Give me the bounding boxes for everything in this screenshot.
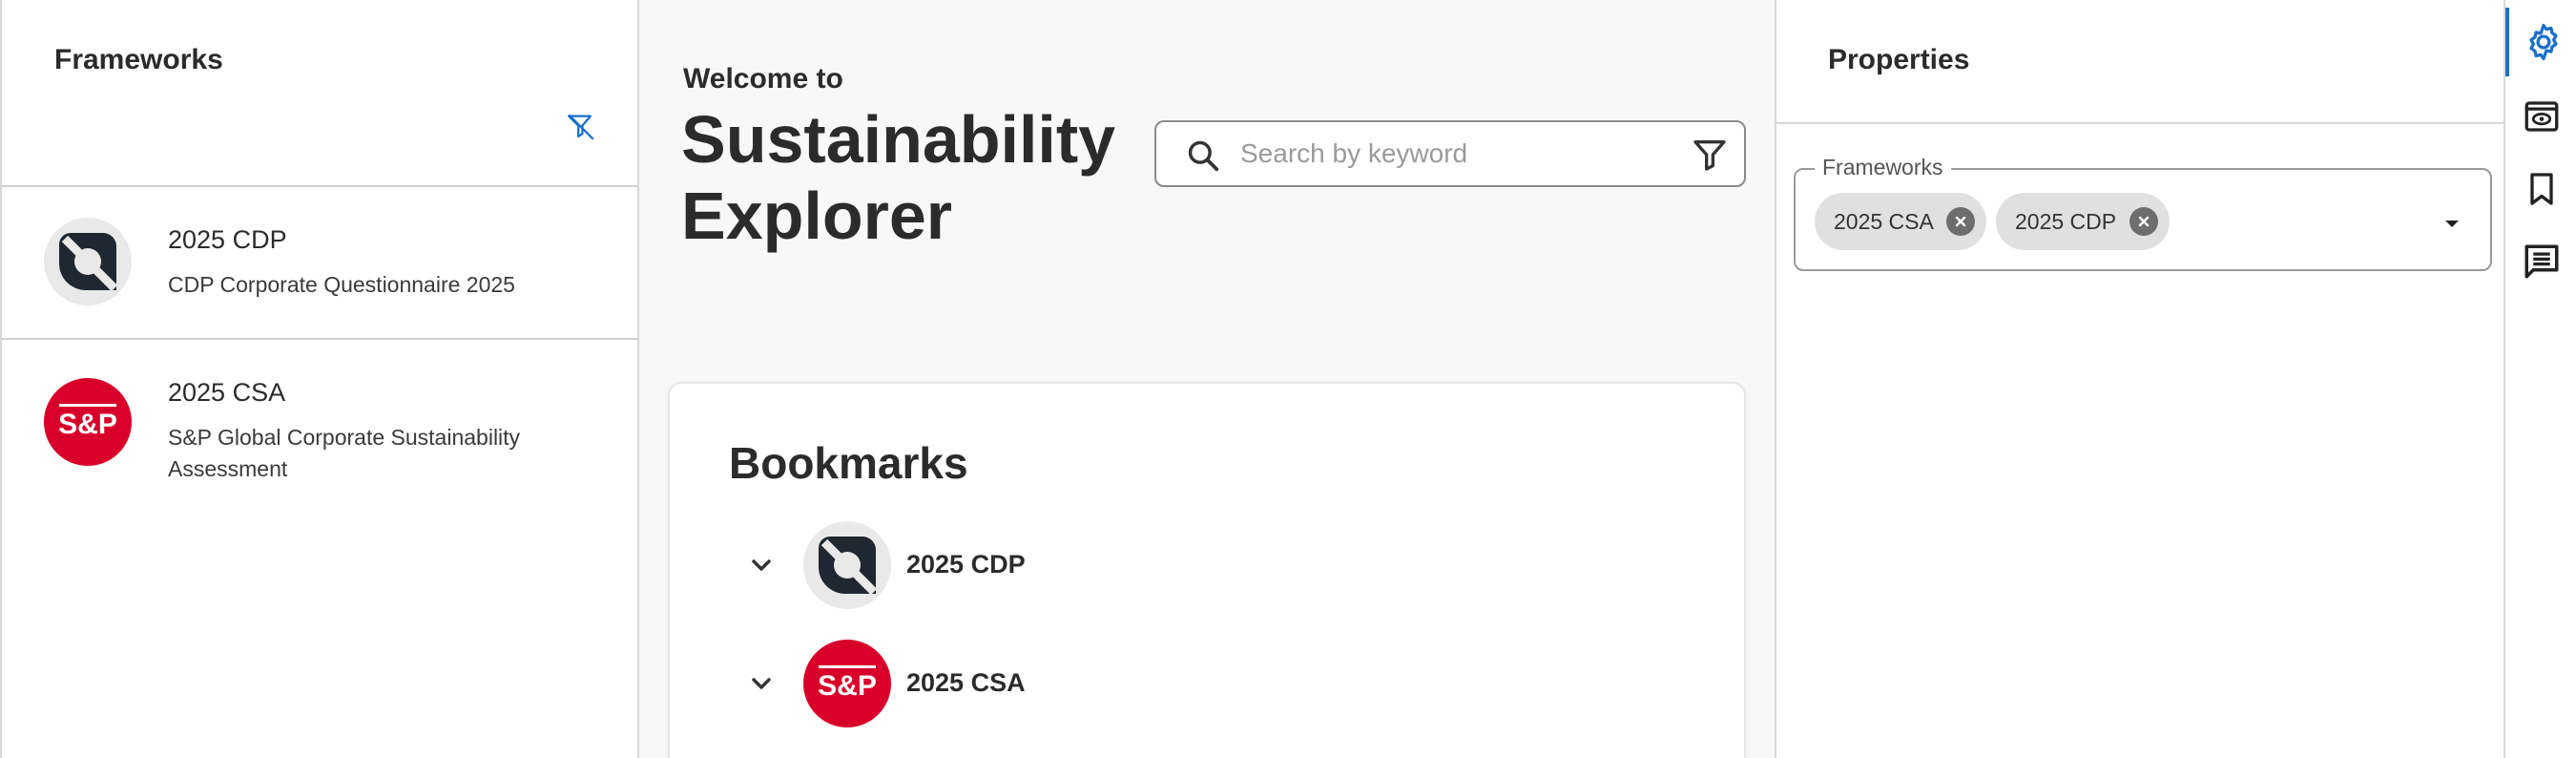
- frameworks-panel: Frameworks 2025 CDP CDP Corporate Questi…: [0, 0, 639, 758]
- dropdown-arrow-icon[interactable]: [2441, 212, 2463, 235]
- frameworks-panel-header: Frameworks: [2, 0, 637, 187]
- preview-tool-button[interactable]: [2505, 82, 2576, 151]
- chip-label: 2025 CSA: [1834, 208, 1934, 234]
- bookmark-group-label: 2025 CSA: [906, 668, 1026, 697]
- search-icon: [1188, 140, 1219, 172]
- frameworks-select-label: Frameworks: [1815, 155, 1951, 180]
- bookmark-group-cdp[interactable]: 2025 CDP: [746, 521, 1319, 609]
- framework-name: 2025 CSA: [168, 378, 286, 407]
- bookmark-group-label: 2025 CDP: [906, 550, 1026, 579]
- bookmark-tool-button[interactable]: [2505, 155, 2576, 223]
- welcome-text: Welcome to: [683, 63, 843, 95]
- bookmark-group-csa[interactable]: S&P 2025 CSA: [746, 640, 1319, 727]
- clear-filter-icon[interactable]: [565, 111, 597, 143]
- chip-label: 2025 CDP: [2015, 208, 2117, 234]
- framework-item-csa[interactable]: S&P 2025 CSA S&P Global Corporate Sustai…: [2, 340, 637, 559]
- main-content: Welcome to Sustainability Explorer Bookm…: [639, 0, 1775, 758]
- properties-panel: Properties Frameworks 2025 CSA 2025 CDP: [1775, 0, 2503, 758]
- page-title-line1: Sustainability: [681, 102, 1116, 177]
- comment-icon: [2524, 244, 2559, 279]
- preview-icon: [2524, 101, 2559, 132]
- search-box: [1154, 120, 1746, 187]
- gear-icon: [2529, 23, 2558, 61]
- settings-tool-button[interactable]: [2505, 8, 2576, 76]
- side-toolbar: [2503, 0, 2576, 758]
- frameworks-select[interactable]: Frameworks 2025 CSA 2025 CDP: [1794, 155, 2492, 271]
- page-title: Sustainability Explorer: [681, 101, 1158, 254]
- framework-chip-csa[interactable]: 2025 CSA: [1815, 193, 1986, 250]
- remove-chip-icon[interactable]: [1946, 207, 1975, 236]
- bookmark-icon: [2530, 173, 2553, 205]
- cdp-logo: [44, 218, 132, 305]
- filter-icon[interactable]: [1691, 136, 1729, 174]
- page-title-line2: Explorer: [681, 179, 952, 253]
- chevron-down-icon[interactable]: [746, 550, 777, 580]
- comment-tool-button[interactable]: [2505, 227, 2576, 296]
- framework-description: S&P Global Corporate Sustainability Asse…: [168, 425, 521, 481]
- properties-header: Properties: [1776, 0, 2503, 124]
- remove-chip-icon[interactable]: [2129, 207, 2158, 236]
- cdp-logo: [803, 521, 891, 609]
- framework-chip-cdp[interactable]: 2025 CDP: [1996, 193, 2170, 250]
- framework-item-cdp[interactable]: 2025 CDP CDP Corporate Questionnaire 202…: [2, 187, 637, 340]
- chevron-down-icon[interactable]: [746, 668, 777, 699]
- bookmarks-card: Bookmarks 2025 CDP S&P 2025 CSA: [668, 382, 1746, 758]
- properties-title: Properties: [1828, 44, 1970, 75]
- bookmarks-title: Bookmarks: [729, 438, 968, 488]
- frameworks-panel-title: Frameworks: [54, 44, 223, 75]
- sp-logo: S&P: [803, 640, 891, 727]
- framework-name: 2025 CDP: [168, 225, 287, 254]
- sp-logo: S&P: [44, 378, 132, 466]
- search-input[interactable]: [1240, 132, 1660, 176]
- framework-description: CDP Corporate Questionnaire 2025: [168, 272, 515, 297]
